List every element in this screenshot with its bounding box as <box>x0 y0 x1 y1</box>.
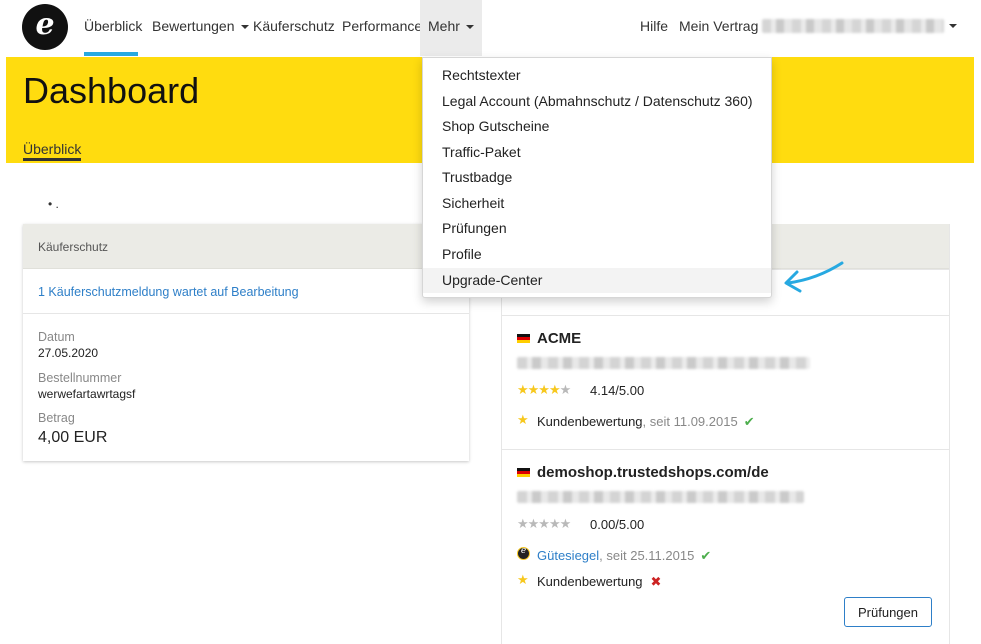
feature-guetesiegel: Gütesiegel, seit 25.11.2015 ✔ <box>537 548 711 564</box>
german-flag-icon <box>517 334 530 343</box>
amount-value: 4,00 EUR <box>38 429 108 446</box>
amount-label: Betrag <box>38 411 75 425</box>
divider <box>502 449 949 450</box>
nav-item-mehr[interactable]: Mehr <box>420 0 482 56</box>
menu-item-sicherheit[interactable]: Sicherheit <box>423 191 771 216</box>
feature-since: , seit 11.09.2015 <box>642 414 738 429</box>
mehr-dropdown-menu: Rechtstexter Legal Account (Abmahnschutz… <box>422 57 772 298</box>
feature-since: , seit 25.11.2015 <box>599 548 695 563</box>
star-icon: ★ <box>517 572 529 587</box>
feature-label: Kundenbewertung <box>537 574 643 589</box>
annotation-arrow-icon <box>784 261 844 293</box>
star-icon: ★ <box>517 412 529 427</box>
tab-ueberblick[interactable]: Überblick <box>23 141 81 157</box>
nav-item-label: Mehr <box>428 18 460 34</box>
nav-item-label: Performance <box>342 18 423 34</box>
nav-item-label: Bewertungen <box>152 18 235 34</box>
bullet-list-item: • . <box>48 197 59 211</box>
nav-help-label: Hilfe <box>640 18 669 34</box>
divider <box>502 315 949 316</box>
buyer-protection-card: Käuferschutz 1 Käuferschutzmeldung warte… <box>23 224 469 461</box>
menu-item-rechtstexter[interactable]: Rechtstexter <box>423 63 771 88</box>
menu-item-legal-account[interactable]: Legal Account (Abmahnschutz / Datenschut… <box>423 89 771 114</box>
menu-item-traffic-paket[interactable]: Traffic-Paket <box>423 140 771 165</box>
check-icon: ✔ <box>743 414 755 429</box>
shop-url-blurred <box>517 491 804 503</box>
rating-value: 0.00/5.00 <box>590 517 645 532</box>
date-label: Datum <box>38 330 75 344</box>
nav-item-label: Käuferschutz <box>253 18 335 34</box>
nav-item-bewertungen[interactable]: Bewertungen <box>152 0 249 56</box>
cross-icon: ✖ <box>650 574 662 589</box>
menu-item-upgrade-center[interactable]: Upgrade-Center <box>423 268 771 293</box>
logo-letter: e <box>35 7 55 42</box>
notice-row: 1 Käuferschutzmeldung wartet auf Bearbei… <box>23 269 469 314</box>
rating-value: 4.14/5.00 <box>590 383 645 398</box>
tab-active-underline <box>23 158 81 161</box>
order-number-value: werwefartawrtagsf <box>38 387 136 401</box>
buyer-protection-notice-link[interactable]: 1 Käuferschutzmeldung wartet auf Bearbei… <box>38 285 299 299</box>
feature-kundenbewertung: Kundenbewertung ✖ <box>537 574 661 590</box>
menu-item-shop-gutscheine[interactable]: Shop Gutscheine <box>423 114 771 139</box>
nav-active-indicator <box>84 52 138 56</box>
nav-item-ueberblick[interactable]: Überblick <box>84 0 142 56</box>
check-icon: ✔ <box>700 548 712 563</box>
nav-help-link[interactable]: Hilfe <box>640 0 668 56</box>
rating-stars: ★★★★★ <box>517 382 571 397</box>
user-account-name-blurred[interactable] <box>762 19 944 33</box>
menu-item-trustbadge[interactable]: Trustbadge <box>423 165 771 190</box>
german-flag-icon <box>517 468 530 477</box>
nav-item-label: Überblick <box>84 18 143 34</box>
rating-stars: ★★★★★ <box>517 516 571 531</box>
trusted-shops-logo[interactable]: e <box>22 4 68 50</box>
menu-item-pruefungen[interactable]: Prüfungen <box>423 216 771 241</box>
shop-url-blurred <box>517 357 810 369</box>
order-number-label: Bestellnummer <box>38 371 122 385</box>
nav-contract-label: Mein Vertrag <box>679 18 759 34</box>
nav-item-performance[interactable]: Performance <box>342 0 422 56</box>
chevron-down-icon <box>240 25 249 30</box>
menu-item-profile[interactable]: Profile <box>423 242 771 267</box>
feature-kundenbewertung: Kundenbewertung, seit 11.09.2015 ✔ <box>537 414 755 430</box>
card-header-title: Käuferschutz <box>38 240 109 254</box>
top-navbar: e Überblick Bewertungen Käuferschutz Per… <box>0 0 981 56</box>
shop-name: demoshop.trustedshops.com/de <box>537 464 769 481</box>
nav-contract-link[interactable]: Mein Vertrag <box>679 0 758 56</box>
chevron-down-icon[interactable] <box>949 24 957 28</box>
page-title: Dashboard <box>23 70 200 111</box>
nav-item-kaeuferschutz[interactable]: Käuferschutz <box>253 0 335 56</box>
feature-label: Kundenbewertung <box>537 414 643 429</box>
seal-icon <box>517 546 530 560</box>
bullet-text: . <box>55 197 59 211</box>
card-header: Käuferschutz <box>23 224 469 269</box>
shop-name: ACME <box>537 330 582 347</box>
date-value: 27.05.2020 <box>38 346 99 360</box>
guetesiegel-link[interactable]: Gütesiegel <box>537 548 599 563</box>
pruefungen-button[interactable]: Prüfungen <box>844 597 932 627</box>
chevron-down-icon <box>465 25 474 30</box>
